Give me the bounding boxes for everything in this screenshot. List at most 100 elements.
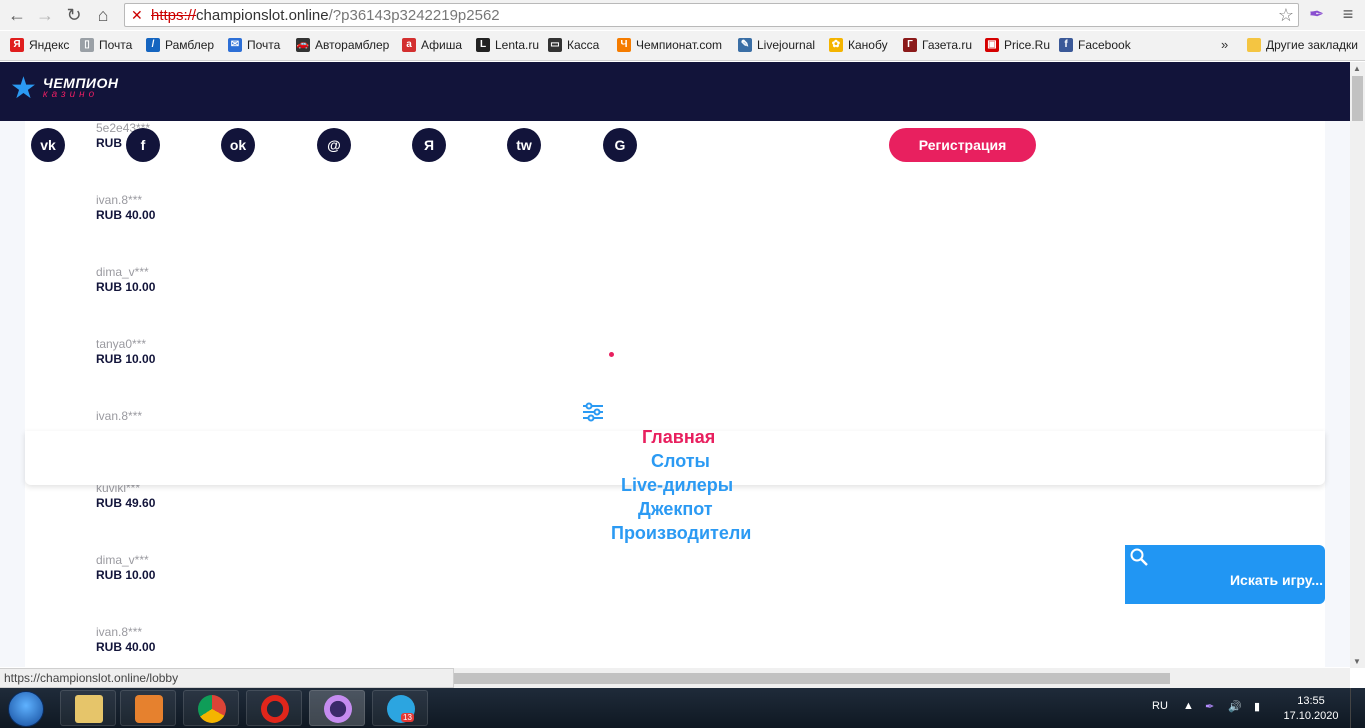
chrome-icon [198, 695, 226, 723]
tray-expand-icon[interactable]: ▲ [1183, 700, 1194, 712]
network-icon[interactable]: ▮ [1254, 700, 1260, 713]
winner-amount: RUB 10.00 [96, 280, 156, 294]
show-desktop-button[interactable] [1350, 688, 1365, 728]
vertical-scrollbar[interactable]: ▲ ▼ [1350, 62, 1365, 668]
bookmark-favicon-icon: ▯ [80, 38, 94, 52]
yandex-login-icon[interactable]: Я [412, 128, 446, 162]
page-gutter-right [1325, 121, 1350, 667]
telegram-badge: 13 [401, 713, 414, 722]
facebook-login-icon[interactable]: f [126, 128, 160, 162]
taskbar-media[interactable] [120, 690, 176, 726]
winner-amount: RUB 49.60 [96, 496, 156, 510]
vk-login-icon[interactable]: vk [31, 128, 65, 162]
extension-feather-icon[interactable]: ✒ [1309, 4, 1324, 25]
scroll-down-icon[interactable]: ▼ [1353, 657, 1361, 666]
bookmark-label: Канобу [848, 38, 888, 52]
bookmark-label: Lenta.ru [495, 38, 540, 52]
menu-item[interactable]: Производители [611, 523, 751, 544]
bookmark-item[interactable]: ✉ Почта [228, 38, 280, 52]
logo-title: ЧЕМПИОН [42, 75, 119, 91]
taskbar-opera[interactable] [246, 690, 302, 726]
browser-menu-icon[interactable]: ≡ [1338, 3, 1358, 25]
game-search[interactable]: Искать игру... [1125, 545, 1325, 604]
bookmark-favicon-icon: 🚗 [296, 38, 310, 52]
bookmark-label: Касса [567, 38, 600, 52]
taskbar: 13 RU ▲ ✒ 🔊 ▮ 13:55 17.10.2020 [0, 688, 1365, 728]
insecure-icon[interactable]: ✕ [131, 7, 143, 23]
bookmarks-more-button[interactable]: » [1221, 37, 1228, 52]
other-bookmarks[interactable]: Другие закладки [1247, 38, 1358, 52]
start-button[interactable] [8, 691, 44, 727]
url-text[interactable]: https://championslot.online/?p36143p3242… [151, 7, 500, 24]
bookmark-favicon-icon: / [146, 38, 160, 52]
scroll-thumb[interactable] [1352, 76, 1363, 121]
folder-icon [75, 695, 103, 723]
bookmark-item[interactable]: L Lenta.ru [476, 38, 539, 52]
bookmark-item[interactable]: ✎ Livejournal [738, 38, 815, 52]
bookmark-favicon-icon: ✎ [738, 38, 752, 52]
bookmark-label: Яндекс [29, 38, 70, 52]
bookmark-item[interactable]: ▣ Price.Ru [985, 38, 1050, 52]
address-bar[interactable]: ✕ https://championslot.online/?p36143p32… [124, 3, 1299, 27]
bookmark-item[interactable]: / Рамблер [146, 38, 214, 52]
bookmark-item[interactable]: 🚗 Авторамблер [296, 38, 389, 52]
bookmark-label: Афиша [421, 38, 463, 52]
clock[interactable]: 13:55 17.10.2020 [1283, 694, 1339, 724]
menu-item[interactable]: Джекпот [638, 499, 713, 520]
odnoklassniki-login-icon[interactable]: ok [221, 128, 255, 162]
reload-icon[interactable]: ↻ [63, 4, 85, 26]
scroll-up-icon[interactable]: ▲ [1353, 64, 1361, 73]
other-bookmarks-label: Другие закладки [1266, 38, 1358, 52]
active-dot [609, 352, 614, 357]
search-placeholder: Искать игру... [1229, 572, 1323, 588]
twitter-login-icon[interactable]: tw [507, 128, 541, 162]
taskbar-explorer[interactable] [60, 690, 116, 726]
menu-item[interactable]: Live-дилеры [621, 475, 733, 496]
taskbar-telegram[interactable]: 13 [372, 690, 428, 726]
taskbar-chrome[interactable] [183, 690, 239, 726]
winner-username: ivan.8*** [96, 409, 143, 423]
winner-amount: RUB 40.00 [96, 208, 156, 222]
site-logo[interactable]: ★ ЧЕМПИОН казино [10, 74, 118, 104]
winner-item: dima_v*** RUB 10.00 [96, 265, 155, 295]
bookmark-label: Facebook [1078, 38, 1131, 52]
bookmark-item[interactable]: а Афиша [402, 38, 462, 52]
bookmark-item[interactable]: Г Газета.ru [903, 38, 972, 52]
bookmark-favicon-icon: Я [10, 38, 24, 52]
bookmark-favicon-icon: f [1059, 38, 1073, 52]
h-scroll-thumb[interactable] [454, 673, 1170, 684]
bookmark-label: Газета.ru [922, 38, 973, 52]
winner-item: ivan.8*** [96, 409, 142, 424]
bookmark-label: Чемпионат.com [636, 38, 723, 52]
menu-item[interactable]: Главная [642, 427, 715, 448]
winner-username: ivan.8*** [96, 625, 143, 639]
winner-amount: RUB 40.00 [96, 640, 156, 654]
bookmark-item[interactable]: f Facebook [1059, 38, 1131, 52]
menu-item[interactable]: Слоты [651, 451, 710, 472]
bookmark-item[interactable]: ✿ Канобу [829, 38, 888, 52]
winner-username: dima_v*** [96, 553, 149, 567]
bookmark-item[interactable]: Я Яндекс [10, 38, 69, 52]
bookmark-star-icon[interactable]: ☆ [1278, 5, 1294, 26]
filter-icon[interactable] [582, 402, 604, 422]
home-icon[interactable]: ⌂ [92, 4, 114, 26]
star-logo-icon: ★ [10, 72, 37, 105]
bookmark-favicon-icon: ▭ [548, 38, 562, 52]
taskbar-app[interactable] [309, 690, 365, 726]
tray-feather-icon[interactable]: ✒ [1205, 700, 1214, 713]
clock-date: 17.10.2020 [1283, 710, 1339, 722]
forward-icon[interactable]: → [34, 4, 56, 26]
language-indicator[interactable]: RU [1152, 700, 1168, 712]
bookmark-favicon-icon: ▣ [985, 38, 999, 52]
app-icon [324, 695, 352, 723]
google-login-icon[interactable]: G [603, 128, 637, 162]
bookmark-item[interactable]: Ч Чемпионат.com [617, 38, 722, 52]
bookmark-favicon-icon: Г [903, 38, 917, 52]
back-icon[interactable]: ← [6, 4, 28, 26]
bookmark-item[interactable]: ▭ Касса [548, 38, 599, 52]
volume-icon[interactable]: 🔊 [1228, 700, 1242, 713]
mail-login-icon[interactable]: @ [317, 128, 351, 162]
bookmark-label: Авторамблер [315, 38, 390, 52]
register-button[interactable]: Регистрация [889, 128, 1036, 162]
bookmark-item[interactable]: ▯ Почта [80, 38, 132, 52]
